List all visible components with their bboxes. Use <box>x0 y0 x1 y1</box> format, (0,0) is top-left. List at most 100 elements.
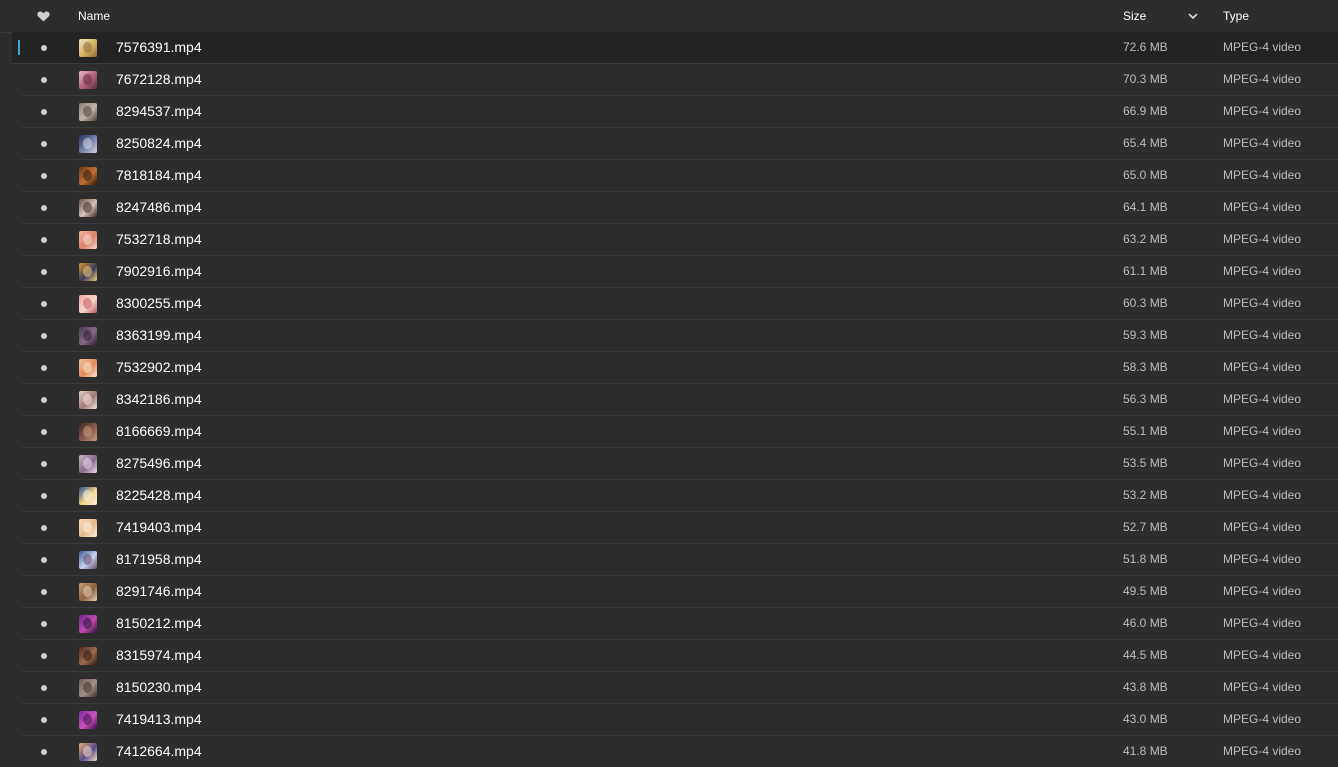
file-type: MPEG-4 video <box>1223 392 1302 406</box>
favorite-column-header[interactable] <box>37 0 51 33</box>
file-size: 46.0 MB <box>1123 616 1168 630</box>
file-row[interactable]: 8300255.mp4 60.3 MB MPEG-4 video <box>22 288 1338 320</box>
file-row[interactable]: 7576391.mp4 72.6 MB MPEG-4 video <box>12 32 1338 64</box>
file-size: 59.3 MB <box>1123 328 1168 342</box>
favorite-toggle[interactable] <box>41 621 47 627</box>
favorite-toggle[interactable] <box>41 237 47 243</box>
file-type: MPEG-4 video <box>1223 360 1302 374</box>
file-row[interactable]: 7672128.mp4 70.3 MB MPEG-4 video <box>22 64 1338 96</box>
name-column-header[interactable]: Name <box>78 0 110 33</box>
file-type: MPEG-4 video <box>1223 488 1302 502</box>
size-column-header[interactable]: Size <box>1123 0 1146 33</box>
file-name: 7672128.mp4 <box>116 71 202 87</box>
file-size: 58.3 MB <box>1123 360 1168 374</box>
file-type: MPEG-4 video <box>1223 616 1302 630</box>
video-thumbnail <box>79 711 97 729</box>
favorite-toggle[interactable] <box>41 77 47 83</box>
file-row[interactable]: 8166669.mp4 55.1 MB MPEG-4 video <box>22 416 1338 448</box>
file-row[interactable]: 7818184.mp4 65.0 MB MPEG-4 video <box>22 160 1338 192</box>
video-thumbnail <box>79 231 97 249</box>
file-type: MPEG-4 video <box>1223 264 1302 278</box>
video-thumbnail <box>79 295 97 313</box>
favorite-toggle[interactable] <box>41 429 47 435</box>
video-thumbnail <box>79 39 97 57</box>
focus-indicator <box>18 40 20 55</box>
favorite-toggle[interactable] <box>41 141 47 147</box>
file-name: 8247486.mp4 <box>116 199 202 215</box>
type-column-header[interactable]: Type <box>1223 0 1249 33</box>
favorite-toggle[interactable] <box>41 205 47 211</box>
chevron-down-icon <box>1188 13 1198 20</box>
file-row[interactable]: 8171958.mp4 51.8 MB MPEG-4 video <box>22 544 1338 576</box>
file-type: MPEG-4 video <box>1223 584 1302 598</box>
favorite-toggle[interactable] <box>41 301 47 307</box>
file-type: MPEG-4 video <box>1223 680 1302 694</box>
file-type: MPEG-4 video <box>1223 72 1302 86</box>
favorite-toggle[interactable] <box>41 461 47 467</box>
file-row[interactable]: 8225428.mp4 53.2 MB MPEG-4 video <box>22 480 1338 512</box>
file-name: 8363199.mp4 <box>116 327 202 343</box>
favorite-toggle[interactable] <box>41 749 47 755</box>
file-size: 65.0 MB <box>1123 168 1168 182</box>
file-name: 8315974.mp4 <box>116 647 202 663</box>
file-type: MPEG-4 video <box>1223 200 1302 214</box>
favorite-toggle[interactable] <box>41 685 47 691</box>
file-row[interactable]: 7532902.mp4 58.3 MB MPEG-4 video <box>22 352 1338 384</box>
favorite-toggle[interactable] <box>41 493 47 499</box>
file-name: 8342186.mp4 <box>116 391 202 407</box>
favorite-toggle[interactable] <box>41 45 47 51</box>
video-thumbnail <box>79 455 97 473</box>
file-type: MPEG-4 video <box>1223 104 1302 118</box>
file-row[interactable]: 7902916.mp4 61.1 MB MPEG-4 video <box>22 256 1338 288</box>
file-size: 56.3 MB <box>1123 392 1168 406</box>
file-size: 61.1 MB <box>1123 264 1168 278</box>
file-row[interactable]: 8294537.mp4 66.9 MB MPEG-4 video <box>22 96 1338 128</box>
video-thumbnail <box>79 487 97 505</box>
file-type: MPEG-4 video <box>1223 744 1302 758</box>
favorite-toggle[interactable] <box>41 269 47 275</box>
file-size: 43.8 MB <box>1123 680 1168 694</box>
file-row[interactable]: 8315974.mp4 44.5 MB MPEG-4 video <box>22 640 1338 672</box>
file-row[interactable]: 8250824.mp4 65.4 MB MPEG-4 video <box>22 128 1338 160</box>
favorite-toggle[interactable] <box>41 109 47 115</box>
file-row[interactable]: 8363199.mp4 59.3 MB MPEG-4 video <box>22 320 1338 352</box>
file-size: 72.6 MB <box>1123 40 1168 54</box>
favorite-toggle[interactable] <box>41 525 47 531</box>
file-row[interactable]: 8342186.mp4 56.3 MB MPEG-4 video <box>22 384 1338 416</box>
favorite-toggle[interactable] <box>41 653 47 659</box>
file-name: 8300255.mp4 <box>116 295 202 311</box>
video-thumbnail <box>79 391 97 409</box>
file-size: 66.9 MB <box>1123 104 1168 118</box>
video-thumbnail <box>79 327 97 345</box>
file-row[interactable]: 8150230.mp4 43.8 MB MPEG-4 video <box>22 672 1338 704</box>
file-type: MPEG-4 video <box>1223 712 1302 726</box>
favorite-toggle[interactable] <box>41 173 47 179</box>
file-row[interactable]: 7532718.mp4 63.2 MB MPEG-4 video <box>22 224 1338 256</box>
video-thumbnail <box>79 679 97 697</box>
favorite-toggle[interactable] <box>41 589 47 595</box>
sort-toggle[interactable] <box>1187 0 1201 33</box>
file-size: 70.3 MB <box>1123 72 1168 86</box>
file-size: 41.8 MB <box>1123 744 1168 758</box>
heart-icon <box>37 11 50 22</box>
favorite-toggle[interactable] <box>41 397 47 403</box>
file-type: MPEG-4 video <box>1223 296 1302 310</box>
file-row[interactable]: 8150212.mp4 46.0 MB MPEG-4 video <box>22 608 1338 640</box>
file-row[interactable]: 7412664.mp4 41.8 MB MPEG-4 video <box>22 736 1338 767</box>
favorite-toggle[interactable] <box>41 557 47 563</box>
file-row[interactable]: 8291746.mp4 49.5 MB MPEG-4 video <box>22 576 1338 608</box>
file-row[interactable]: 8247486.mp4 64.1 MB MPEG-4 video <box>22 192 1338 224</box>
favorite-toggle[interactable] <box>41 333 47 339</box>
file-name: 8150230.mp4 <box>116 679 202 695</box>
file-row[interactable]: 7419413.mp4 43.0 MB MPEG-4 video <box>22 704 1338 736</box>
video-thumbnail <box>79 103 97 121</box>
file-row[interactable]: 7419403.mp4 52.7 MB MPEG-4 video <box>22 512 1338 544</box>
video-thumbnail <box>79 615 97 633</box>
favorite-toggle[interactable] <box>41 717 47 723</box>
file-type: MPEG-4 video <box>1223 328 1302 342</box>
file-size: 53.5 MB <box>1123 456 1168 470</box>
favorite-toggle[interactable] <box>41 365 47 371</box>
video-thumbnail <box>79 551 97 569</box>
file-row[interactable]: 8275496.mp4 53.5 MB MPEG-4 video <box>22 448 1338 480</box>
file-name: 8294537.mp4 <box>116 103 202 119</box>
